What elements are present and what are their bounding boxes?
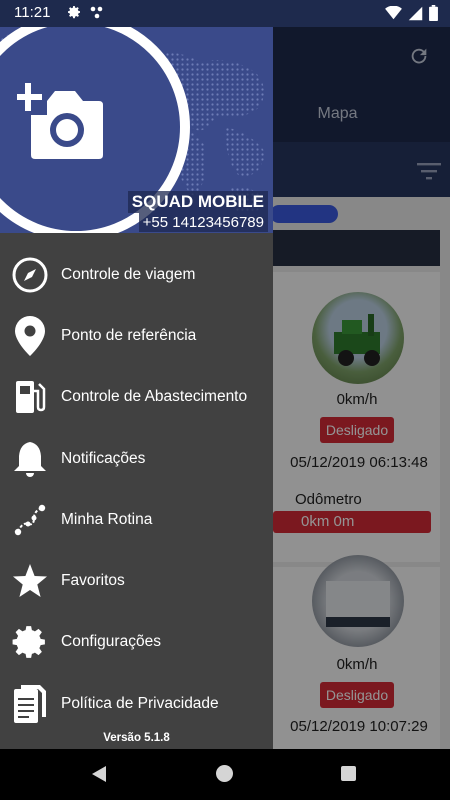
status-bar: 11:21 xyxy=(0,0,450,27)
user-name: SQUAD MOBILE xyxy=(127,191,268,213)
wifi-icon xyxy=(385,5,402,25)
user-phone: +55 14123456789 xyxy=(138,213,268,232)
battery-icon xyxy=(429,5,438,26)
menu-item-label: Minha Rotina xyxy=(61,510,153,528)
add-photo-camera-icon[interactable] xyxy=(14,83,105,164)
star-icon xyxy=(11,562,49,600)
menu-item-politica-de-privacidade[interactable]: Política de Privacidade xyxy=(0,673,273,734)
drawer-header: SQUAD MOBILE +55 14123456789 xyxy=(0,27,273,233)
menu-item-label: Favoritos xyxy=(61,572,125,590)
menu-item-controle-de-abastecimento[interactable]: Controle de Abastecimento xyxy=(0,367,273,428)
status-time: 11:21 xyxy=(14,4,51,21)
compass-icon xyxy=(11,256,49,294)
menu-item-label: Controle de Abastecimento xyxy=(61,388,248,406)
menu-item-configuracoes[interactable]: Configurações xyxy=(0,612,273,673)
dots-icon xyxy=(90,5,106,24)
signal-icon xyxy=(408,6,423,26)
gear-icon xyxy=(66,4,82,25)
menu-item-label: Ponto de referência xyxy=(61,326,197,344)
home-icon[interactable] xyxy=(216,765,233,782)
menu-item-minha-rotina[interactable]: Minha Rotina xyxy=(0,489,273,550)
drawer-scrim[interactable] xyxy=(273,27,450,749)
menu-item-label: Configurações xyxy=(61,633,161,651)
drawer-menu: Controle de viagem Ponto de referência C… xyxy=(0,244,273,734)
app-version: Versão 5.1.8 xyxy=(103,732,170,744)
menu-item-label: Notificações xyxy=(61,449,146,467)
system-nav-bar xyxy=(0,749,450,800)
menu-item-controle-de-viagem[interactable]: Controle de viagem xyxy=(0,244,273,305)
route-icon xyxy=(11,501,49,539)
recent-apps-icon[interactable] xyxy=(341,766,356,781)
menu-item-notificacoes[interactable]: Notificações xyxy=(0,428,273,489)
menu-item-label: Controle de viagem xyxy=(61,265,196,283)
gear-icon xyxy=(11,623,49,661)
menu-item-favoritos[interactable]: Favoritos xyxy=(0,550,273,611)
navigation-drawer: SQUAD MOBILE +55 14123456789 Controle de… xyxy=(0,27,273,749)
location-pin-icon xyxy=(11,315,49,356)
menu-item-ponto-de-referencia[interactable]: Ponto de referência xyxy=(0,305,273,366)
menu-item-label: Política de Privacidade xyxy=(61,694,219,712)
fuel-pump-icon xyxy=(11,378,49,416)
document-icon xyxy=(11,684,49,723)
bell-icon xyxy=(11,440,49,478)
back-icon[interactable] xyxy=(90,765,108,788)
